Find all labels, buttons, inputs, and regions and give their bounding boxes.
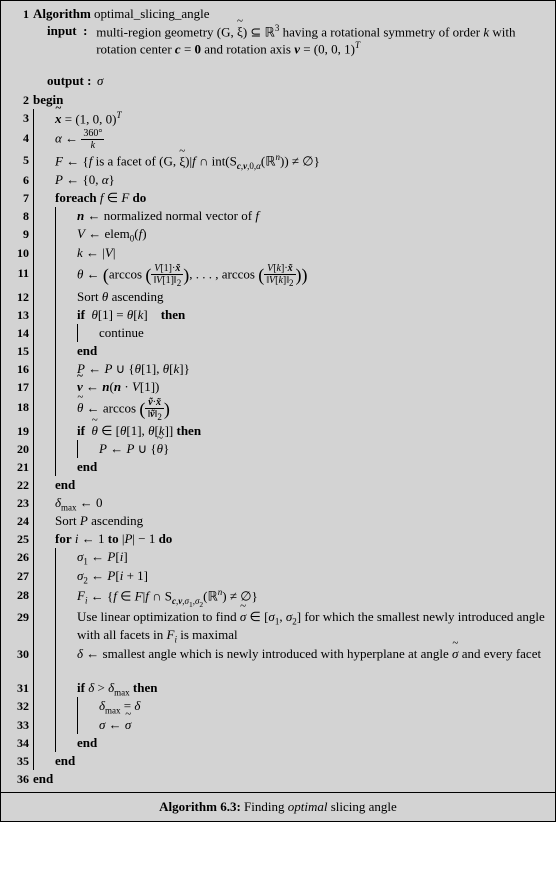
line-8: 8 n ← normalized normal vector of f [7, 207, 549, 225]
line-4-content: α ← 360°k [55, 127, 549, 151]
line-31-content: if δ > δmax then [77, 679, 549, 698]
line-16-content: P ← P ∪ {θ[1], θ[k]} [77, 360, 549, 377]
line-21-content: end [77, 458, 549, 475]
line-10-content: k ← |V| [77, 244, 549, 261]
line-7: 7 foreach f ∈ F do [7, 189, 549, 207]
line-19-content: if θ ∈ [θ[1], θ[k]] then [77, 422, 549, 439]
line-31: 31 if δ > δmax then [7, 679, 549, 698]
line-33-content: σ ← σ [99, 716, 549, 733]
line-20-content: P ← P ∪ {θ} [99, 440, 549, 457]
input-text: multi-region geometry (G, ξ) ⊆ ℝ3 having… [96, 23, 549, 58]
line-34: 34 end [7, 734, 549, 752]
line-17-content: v ← n(n · V[1]) [77, 378, 549, 395]
begin-kw: begin [33, 91, 549, 108]
line-1: 1 Algorithm optimal_slicing_angle [7, 5, 549, 23]
line-17: 17 v ← n(n · V[1]) [7, 378, 549, 396]
line-21: 21 end [7, 458, 549, 476]
line-24: 24 Sort P ascending [7, 512, 549, 530]
line-32: 32 δmax = δ [7, 697, 549, 716]
line-16: 16 P ← P ∪ {θ[1], θ[k]} [7, 360, 549, 378]
line-29-content: Use linear optimization to find σ ∈ [σ1,… [77, 608, 549, 644]
line-23-content: δmax ← 0 [55, 494, 549, 513]
line-28: 28 Fi ← {f ∈ F|f ∩ Sc,v,σ1,σ2(ℝn) ≠ ∅} [7, 586, 549, 609]
line-input: input : multi-region geometry (G, ξ) ⊆ ℝ… [7, 23, 549, 73]
line-27-content: σ2 ← P[i + 1] [77, 567, 549, 586]
line-14-content: continue [99, 324, 549, 341]
line-32-content: δmax = δ [99, 697, 549, 716]
line-output: output : σ [7, 73, 549, 91]
caption: Algorithm 6.3: Finding optimal slicing a… [1, 792, 555, 821]
line-14: 14 continue [7, 324, 549, 342]
line-2: 2 begin [7, 91, 549, 109]
line-8-content: n ← normalized normal vector of f [77, 207, 549, 224]
line-4: 4 α ← 360°k [7, 127, 549, 151]
line-22: 22 end [7, 476, 549, 494]
line-18-content: θ ← arccos (ṽ·x̃‖ṽ‖2) [77, 396, 549, 422]
line-18: 18 θ ← arccos (ṽ·x̃‖ṽ‖2) [7, 396, 549, 422]
algorithm-name: optimal_slicing_angle [94, 6, 210, 21]
line-9-content: V ← elem0(f) [77, 225, 549, 244]
line-3-content: x = (1, 0, 0)T [55, 109, 549, 127]
line-15-content: end [77, 342, 549, 359]
line-28-content: Fi ← {f ∈ F|f ∩ Sc,v,σ1,σ2(ℝn) ≠ ∅} [77, 586, 549, 609]
input-label: input : [47, 23, 96, 39]
line-36-content: end [33, 770, 549, 787]
line-12: 12 Sort θ ascending [7, 288, 549, 306]
line-29: 29 Use linear optimization to find σ ∈ [… [7, 608, 549, 644]
lineno-1: 1 [7, 5, 33, 22]
output-value: σ [97, 73, 103, 89]
line-9: 9 V ← elem0(f) [7, 225, 549, 244]
algorithm-content: 1 Algorithm optimal_slicing_angle input … [1, 1, 555, 792]
line-30-content: δ ← smallest angle which is newly introd… [77, 645, 549, 662]
line-24-content: Sort P ascending [55, 512, 549, 529]
line-6: 6 P ← {0, α} [7, 171, 549, 189]
caption-text: Finding optimal slicing angle [244, 799, 397, 814]
line-13-content: if θ[1] = θ[k] then [77, 306, 549, 323]
line-12-content: Sort θ ascending [77, 288, 549, 305]
line-5-content: F ← {f is a facet of (G, ξ)|f ∩ int(Sc,v… [55, 151, 549, 171]
line-11-content: θ ← (arccos (V[1]·x̃‖V[1]‖2), . . . , ar… [77, 262, 549, 288]
line-34-content: end [77, 734, 549, 751]
line-35-content: end [55, 752, 549, 769]
line-11: 11 θ ← (arccos (V[1]·x̃‖V[1]‖2), . . . ,… [7, 262, 549, 288]
line-6-content: P ← {0, α} [55, 171, 549, 188]
caption-label: Algorithm 6.3: [159, 799, 241, 814]
line-26: 26 σ1 ← P[i] [7, 548, 549, 567]
line-13: 13 if θ[1] = θ[k] then [7, 306, 549, 324]
algorithm-box: 1 Algorithm optimal_slicing_angle input … [0, 0, 556, 822]
line-27: 27 σ2 ← P[i + 1] [7, 567, 549, 586]
line-7-content: foreach f ∈ F do [55, 189, 549, 206]
line-30: 30 δ ← smallest angle which is newly int… [7, 645, 549, 679]
line-25-content: for i ← 1 to |P| − 1 do [55, 530, 549, 547]
line-5: 5 F ← {f is a facet of (G, ξ)|f ∩ int(Sc… [7, 151, 549, 171]
line-35: 35 end [7, 752, 549, 770]
line-20: 20 P ← P ∪ {θ} [7, 440, 549, 458]
line-19: 19 if θ ∈ [θ[1], θ[k]] then [7, 422, 549, 440]
line-36: 36 end [7, 770, 549, 788]
line-15: 15 end [7, 342, 549, 360]
line-25: 25 for i ← 1 to |P| − 1 do [7, 530, 549, 548]
line-33: 33 σ ← σ [7, 716, 549, 734]
line-23: 23 δmax ← 0 [7, 494, 549, 513]
line-10: 10 k ← |V| [7, 244, 549, 262]
line-3: 3 x = (1, 0, 0)T [7, 109, 549, 127]
line-22-content: end [55, 476, 549, 493]
output-label: output : [47, 73, 97, 89]
algorithm-keyword: Algorithm [33, 6, 91, 21]
line-26-content: σ1 ← P[i] [77, 548, 549, 567]
